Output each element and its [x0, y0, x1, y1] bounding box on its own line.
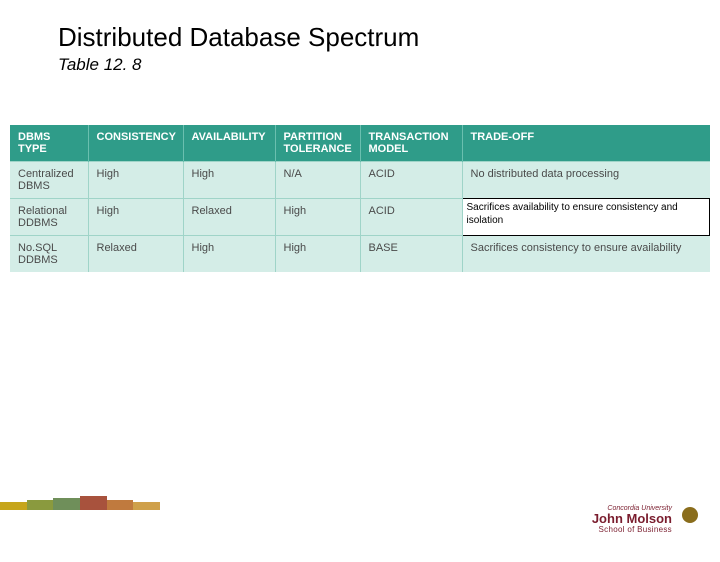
cell-dbms-type: Relational DDBMS [10, 199, 88, 236]
decorative-bar [133, 502, 160, 510]
table-row: No.SQL DDBMS Relaxed High High BASE Sacr… [10, 236, 710, 273]
cell-partition: N/A [275, 162, 360, 199]
logo-seal-icon [682, 507, 698, 523]
footer-decorative-bars [0, 498, 160, 514]
cell-partition: High [275, 236, 360, 273]
col-header-partition: PARTITION TOLERANCE [275, 125, 360, 162]
cell-dbms-type: Centralized DBMS [10, 162, 88, 199]
col-header-availability: AVAILABILITY [183, 125, 275, 162]
school-logo: Concordia University John Molson School … [592, 505, 698, 534]
decorative-bar [0, 502, 27, 510]
cell-availability: Relaxed [183, 199, 275, 236]
table-header-row: DBMS TYPE CONSISTENCY AVAILABILITY PARTI… [10, 125, 710, 162]
col-header-tradeoff: TRADE-OFF [462, 125, 710, 162]
cell-availability: High [183, 236, 275, 273]
cell-transaction: ACID [360, 199, 462, 236]
decorative-bar [53, 498, 80, 510]
table-number: Table 12. 8 [58, 55, 720, 75]
cell-consistency: Relaxed [88, 236, 183, 273]
cell-partition: High [275, 199, 360, 236]
cell-availability: High [183, 162, 275, 199]
decorative-bar [107, 500, 134, 510]
table-row: Centralized DBMS High High N/A ACID No d… [10, 162, 710, 199]
logo-school-sub: School of Business [599, 526, 672, 534]
col-header-dbms-type: DBMS TYPE [10, 125, 88, 162]
col-header-consistency: CONSISTENCY [88, 125, 183, 162]
decorative-bar [27, 500, 54, 510]
cell-tradeoff: Sacrifices availability to ensure consis… [462, 199, 710, 236]
cell-transaction: BASE [360, 236, 462, 273]
logo-school-name: John Molson [592, 512, 672, 526]
col-header-transaction: TRANSACTION MODEL [360, 125, 462, 162]
cell-tradeoff: Sacrifices consistency to ensure availab… [462, 236, 710, 273]
page-title: Distributed Database Spectrum [58, 22, 720, 53]
cell-consistency: High [88, 199, 183, 236]
table-row: Relational DDBMS High Relaxed High ACID … [10, 199, 710, 236]
cell-consistency: High [88, 162, 183, 199]
cell-tradeoff: No distributed data processing [462, 162, 710, 199]
cell-transaction: ACID [360, 162, 462, 199]
decorative-bar [80, 496, 107, 510]
cell-dbms-type: No.SQL DDBMS [10, 236, 88, 273]
dbms-spectrum-table: DBMS TYPE CONSISTENCY AVAILABILITY PARTI… [10, 125, 710, 272]
